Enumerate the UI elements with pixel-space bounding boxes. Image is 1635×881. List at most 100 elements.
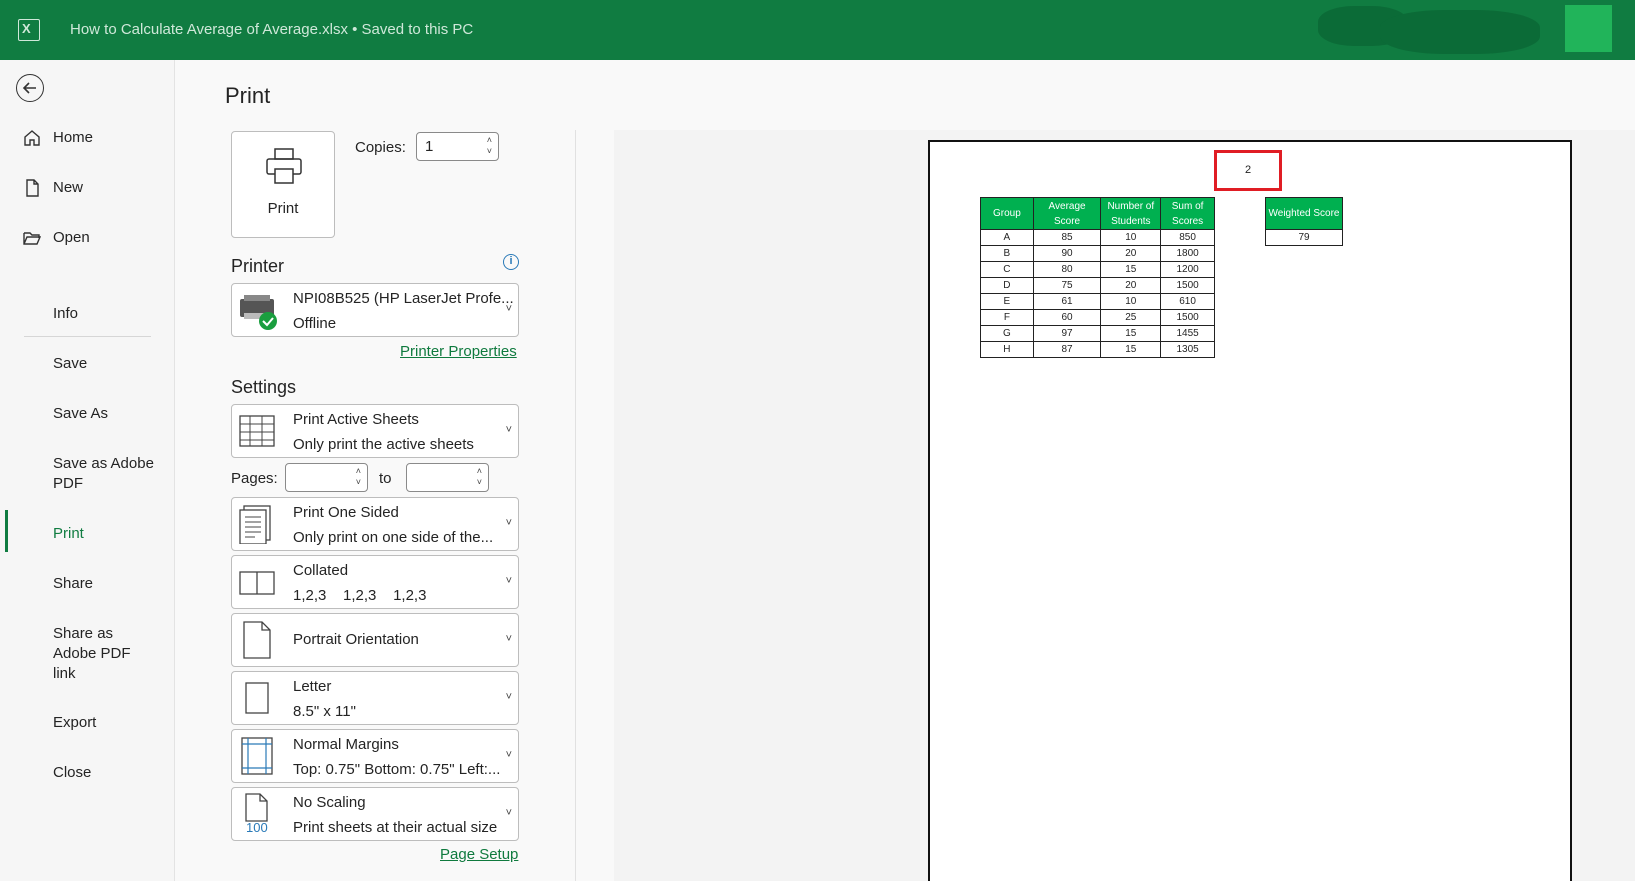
chevron-down-icon: ˅	[505, 575, 512, 587]
printer-dropdown[interactable]: NPI08B525 (HP LaserJet Profe... Offline …	[231, 283, 519, 337]
table-cell: 85	[1032, 229, 1102, 246]
chevron-down-icon: ˅	[505, 749, 512, 761]
table-cell: 97	[1032, 325, 1102, 342]
nav-label: Share	[53, 575, 94, 592]
setting-title: Letter	[293, 678, 332, 695]
table-cell: 1500	[1160, 277, 1215, 294]
table-cell: F	[980, 309, 1034, 326]
settings-section-label: Settings	[231, 377, 297, 397]
stepper-arrows-icon[interactable]: ˄ ˅	[477, 466, 482, 488]
setting-subtitle: Print sheets at their actual size	[293, 819, 498, 836]
table-cell: 1200	[1160, 261, 1215, 278]
setting-title: Print One Sided	[293, 504, 399, 521]
pages-to-input[interactable]: ˄ ˅	[406, 463, 489, 492]
folder-open-icon	[23, 232, 42, 245]
table-cell: 61	[1032, 293, 1102, 310]
print-what-dropdown[interactable]: Print Active Sheets Only print the activ…	[231, 404, 519, 458]
chevron-down-icon: ˅	[505, 303, 512, 315]
table-cell: 1305	[1160, 341, 1215, 358]
window-title: How to Calculate Average of Average.xlsx…	[70, 21, 474, 38]
print-button[interactable]: Print	[231, 131, 335, 238]
margins-icon	[241, 737, 273, 775]
column-header: Average Score	[1032, 197, 1102, 230]
table-cell: 79	[1265, 229, 1343, 246]
printer-device-icon	[240, 295, 277, 330]
table-cell: A	[980, 229, 1034, 246]
paper-size-dropdown[interactable]: Letter 8.5" x 11" ˅	[231, 671, 519, 725]
table-row: D 75 20 1500	[980, 277, 1215, 294]
table-cell: 25	[1100, 309, 1162, 326]
nav-label: Save As	[53, 405, 109, 422]
nav-label: Save	[53, 355, 88, 372]
table-cell: 1455	[1160, 325, 1215, 342]
back-button[interactable]	[16, 74, 44, 102]
table-row: B 90 20 1800	[980, 245, 1215, 262]
nav-label: Open	[53, 229, 90, 246]
table-cell: C	[980, 261, 1034, 278]
sides-dropdown[interactable]: Print One Sided Only print on one side o…	[231, 497, 519, 551]
pages-from-input[interactable]: ˄ ˅	[285, 463, 368, 492]
info-icon[interactable]: i	[503, 254, 519, 270]
table-header-row: Weighted Score	[1265, 197, 1343, 230]
setting-title: Portrait Orientation	[293, 631, 419, 648]
column-header: Weighted Score	[1265, 197, 1343, 230]
printer-name: NPI08B525 (HP LaserJet Profe...	[293, 290, 514, 307]
orientation-dropdown[interactable]: Portrait Orientation ˅	[231, 613, 519, 667]
table-cell: 20	[1100, 277, 1162, 294]
excel-icon	[18, 19, 40, 41]
copies-stepper[interactable]: 1 ˄ ˅	[416, 132, 499, 161]
table-cell: 10	[1100, 229, 1162, 246]
margins-dropdown[interactable]: Normal Margins Top: 0.75" Bottom: 0.75" …	[231, 729, 519, 783]
table-row: E 61 10 610	[980, 293, 1215, 310]
header-text: Score	[1054, 215, 1081, 227]
setting-title: No Scaling	[293, 794, 366, 811]
nav-label: Share as Adobe PDF link	[53, 625, 131, 682]
to-label: to	[379, 470, 392, 487]
divider	[575, 130, 576, 881]
table-cell: 20	[1100, 245, 1162, 262]
scaling-dropdown[interactable]: 100 No Scaling Print sheets at their act…	[231, 787, 519, 841]
table-cell: 1500	[1160, 309, 1215, 326]
printer-properties-link[interactable]: Printer Properties	[400, 343, 517, 360]
collation-dropdown[interactable]: Collated 1,2,3 1,2,3 1,2,3 ˅	[231, 555, 519, 609]
setting-title: Print Active Sheets	[293, 411, 419, 428]
chevron-down-icon: ˅	[505, 807, 512, 819]
column-header: Number of Students	[1100, 197, 1162, 230]
redacted-area	[1380, 10, 1540, 54]
page-setup-link[interactable]: Page Setup	[440, 846, 518, 863]
backstage-sidebar: Home New Open Info Save Save As Save as …	[0, 60, 175, 881]
stepper-arrows-icon[interactable]: ˄ ˅	[487, 135, 492, 157]
copies-label: Copies:	[355, 139, 406, 156]
one-sided-icon	[239, 505, 271, 544]
table-row: A 85 10 850	[980, 229, 1215, 246]
printer-status: Offline	[293, 315, 337, 332]
table-row: 79	[1265, 229, 1343, 246]
sheet-grid-icon	[239, 415, 275, 447]
new-document-icon	[26, 179, 39, 197]
table-cell: 15	[1100, 325, 1162, 342]
setting-title: Normal Margins	[293, 736, 399, 753]
table-header-row: Group Average Score Number of Students Sum…	[980, 197, 1215, 230]
stepper-arrows-icon[interactable]: ˄ ˅	[356, 466, 361, 488]
arrow-left-icon	[22, 82, 36, 94]
table-row: G 97 15 1455	[980, 325, 1215, 342]
setting-subtitle: Only print on one side of the...	[293, 529, 494, 546]
chevron-down-icon: ˅	[505, 691, 512, 703]
nav-label: Print	[53, 525, 84, 542]
portrait-icon	[243, 621, 271, 659]
home-icon	[24, 130, 40, 146]
table-cell: B	[980, 245, 1034, 262]
data-table: Group Average Score Number of Students Sum…	[980, 197, 1215, 358]
avatar[interactable]	[1565, 5, 1612, 52]
table-row: F 60 25 1500	[980, 309, 1215, 326]
print-button-label: Print	[267, 200, 299, 217]
nav-label: Info	[53, 305, 79, 322]
chevron-down-icon: ˅	[505, 517, 512, 529]
header-text: Students	[1111, 215, 1151, 227]
nav-label: New	[53, 179, 84, 196]
table-cell: 15	[1100, 261, 1162, 278]
setting-subtitle: Only print the active sheets	[293, 436, 474, 453]
table-cell: 850	[1160, 229, 1215, 246]
table-cell: 610	[1160, 293, 1215, 310]
header-text: Scores	[1172, 215, 1204, 227]
